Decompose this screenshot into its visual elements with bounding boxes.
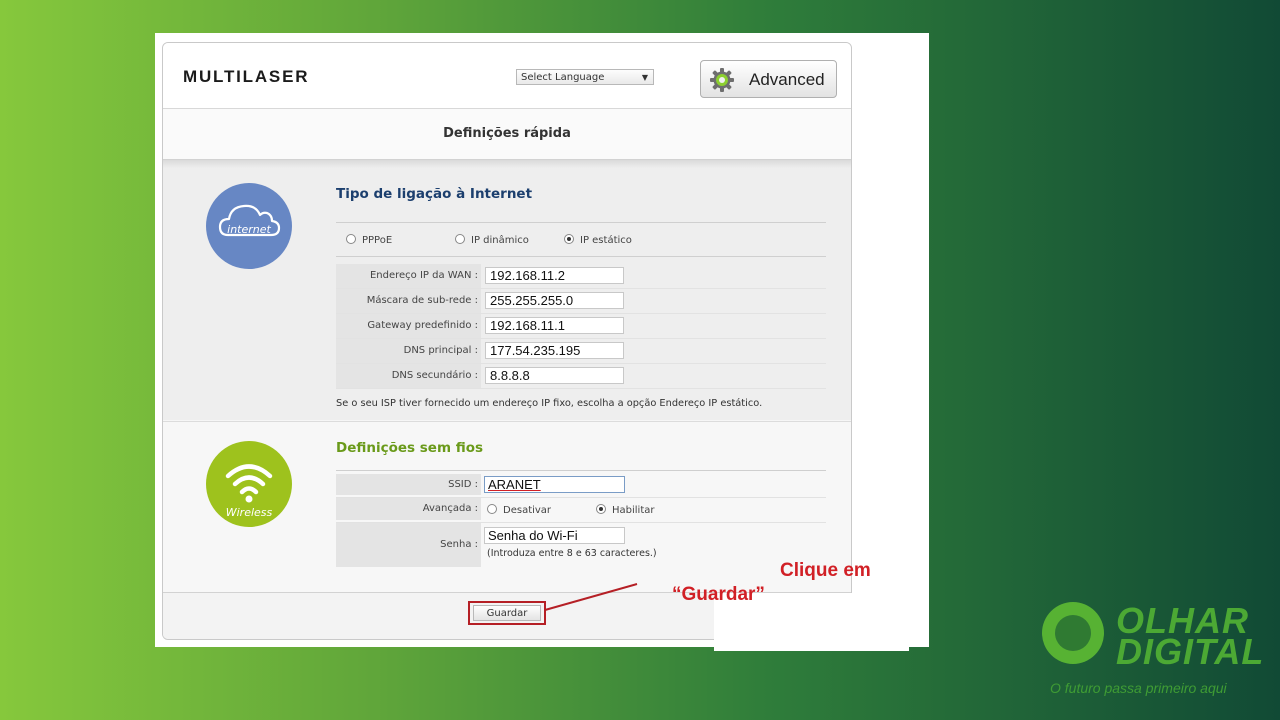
annotation-line-2: “Guardar” bbox=[672, 584, 765, 605]
watermark-logo-icon bbox=[1042, 602, 1104, 664]
annotation-line-1: Clique em bbox=[780, 560, 871, 581]
watermark-tagline: O futuro passa primeiro aqui bbox=[1050, 680, 1227, 696]
annotation-leader-line bbox=[544, 583, 638, 611]
watermark-word-2: DIGITAL bbox=[1116, 631, 1265, 672]
screenshot-frame: MULTILASER Select Language ▼ Advanced De… bbox=[155, 33, 929, 651]
olhar-digital-watermark: OLHAR DIGITAL O futuro passa primeiro aq… bbox=[1040, 600, 1270, 700]
